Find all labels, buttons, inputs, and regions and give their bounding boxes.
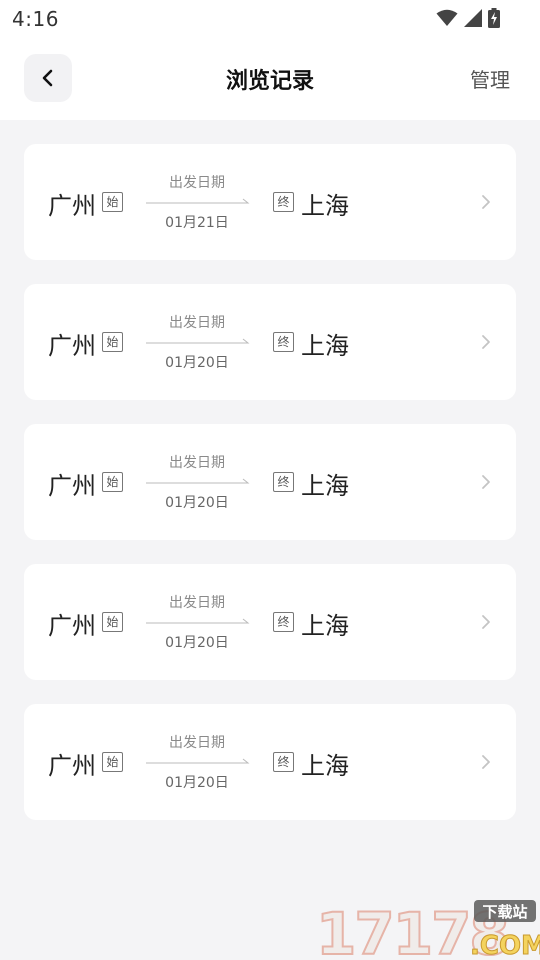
depart-date-label: 出发日期 bbox=[169, 595, 225, 611]
start-tag: 始 bbox=[102, 752, 123, 772]
origin-city: 广州 bbox=[48, 332, 96, 360]
destination-city: 上海 bbox=[301, 752, 349, 780]
depart-date-label: 出发日期 bbox=[169, 735, 225, 751]
page-title: 浏览记录 bbox=[225, 69, 314, 94]
end-tag: 终 bbox=[273, 332, 294, 352]
destination-city: 上海 bbox=[301, 612, 349, 640]
destination-city: 上海 bbox=[301, 332, 349, 360]
history-record-card[interactable]: 广州 始 出发日期 01月21日 终 上海 bbox=[24, 144, 516, 260]
start-tag: 始 bbox=[102, 612, 123, 632]
destination-city: 上海 bbox=[301, 192, 349, 220]
depart-date: 01月21日 bbox=[165, 215, 229, 231]
end-tag: 终 bbox=[273, 192, 294, 212]
history-list: 广州 始 出发日期 01月21日 终 上海 广州 始 出发日期 01月20日 终… bbox=[24, 144, 516, 844]
status-time: 4:16 bbox=[12, 7, 59, 31]
origin-city: 广州 bbox=[48, 752, 96, 780]
status-bar: 4:16 bbox=[0, 0, 540, 38]
depart-date-label: 出发日期 bbox=[169, 315, 225, 331]
history-record-card[interactable]: 广州 始 出发日期 01月20日 终 上海 bbox=[24, 704, 516, 820]
start-tag: 始 bbox=[102, 332, 123, 352]
chevron-right-icon bbox=[482, 475, 490, 489]
history-record-card[interactable]: 广州 始 出发日期 01月20日 终 上海 bbox=[24, 424, 516, 540]
start-tag: 始 bbox=[102, 472, 123, 492]
chevron-right-icon bbox=[482, 615, 490, 629]
depart-date: 01月20日 bbox=[165, 635, 229, 651]
end-tag: 终 bbox=[273, 612, 294, 632]
depart-date-label: 出发日期 bbox=[169, 175, 225, 191]
watermark-logo: 17178 下载站 .COM bbox=[315, 899, 540, 960]
start-tag: 始 bbox=[102, 192, 123, 212]
history-record-card[interactable]: 广州 始 出发日期 01月20日 终 上海 bbox=[24, 564, 516, 680]
origin-city: 广州 bbox=[48, 192, 96, 220]
header: 浏览记录 管理 bbox=[0, 38, 540, 120]
watermark-suffix: .COM bbox=[470, 931, 540, 960]
route-arrow-icon bbox=[146, 618, 250, 624]
chevron-right-icon bbox=[482, 335, 490, 349]
chevron-right-icon bbox=[482, 755, 490, 769]
chevron-right-icon bbox=[482, 195, 490, 209]
wifi-icon bbox=[436, 9, 458, 26]
history-record-card[interactable]: 广州 始 出发日期 01月20日 终 上海 bbox=[24, 284, 516, 400]
end-tag: 终 bbox=[273, 472, 294, 492]
watermark-badge: 下载站 bbox=[482, 903, 527, 921]
cellular-signal-icon bbox=[464, 9, 482, 27]
route-arrow-icon bbox=[146, 758, 250, 764]
origin-city: 广州 bbox=[48, 612, 96, 640]
depart-date: 01月20日 bbox=[165, 775, 229, 791]
depart-date-label: 出发日期 bbox=[169, 455, 225, 471]
destination-city: 上海 bbox=[301, 472, 349, 500]
depart-date: 01月20日 bbox=[165, 495, 229, 511]
battery-charging-icon bbox=[488, 8, 500, 28]
manage-button[interactable]: 管理 bbox=[470, 64, 510, 93]
status-icons bbox=[436, 8, 500, 28]
route-arrow-icon bbox=[146, 198, 250, 204]
depart-date: 01月20日 bbox=[165, 355, 229, 371]
route-arrow-icon bbox=[146, 338, 250, 344]
end-tag: 终 bbox=[273, 752, 294, 772]
route-arrow-icon bbox=[146, 478, 250, 484]
origin-city: 广州 bbox=[48, 472, 96, 500]
